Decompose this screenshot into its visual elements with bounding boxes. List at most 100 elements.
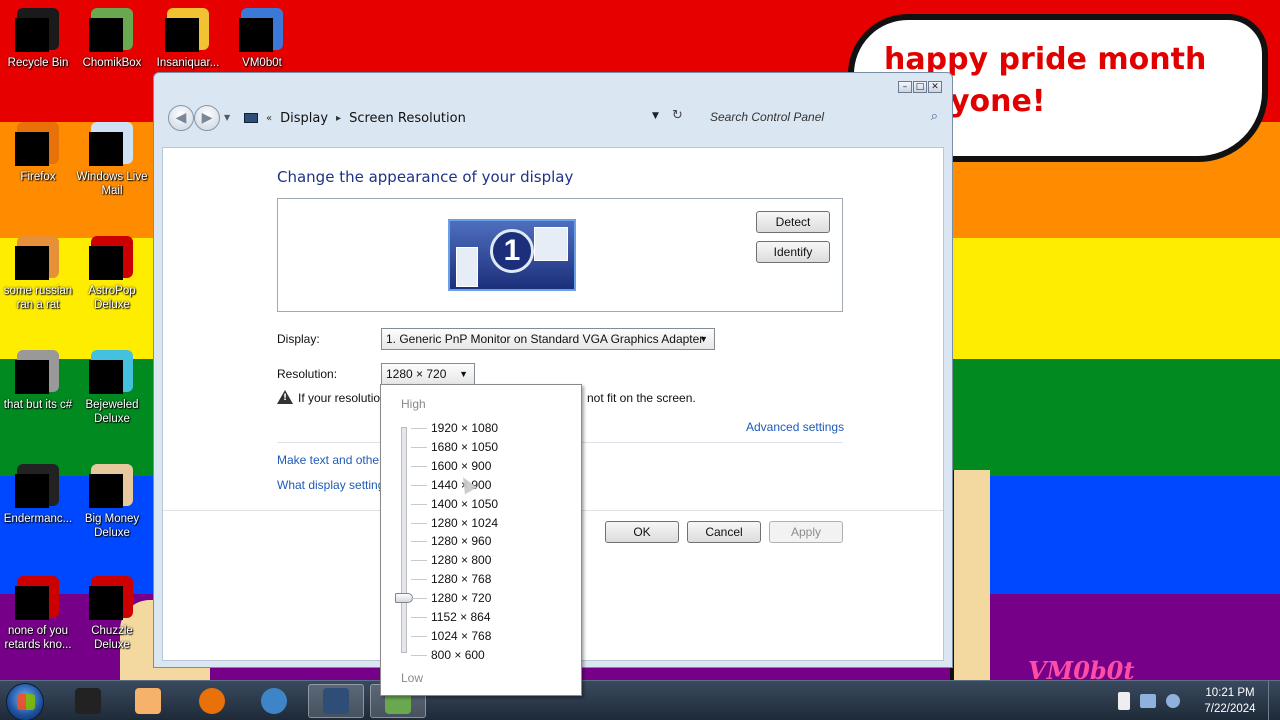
window-icon <box>15 348 61 394</box>
enderman-icon <box>15 462 61 508</box>
resolution-option[interactable]: 1024 × 768 <box>431 629 491 643</box>
resolution-option[interactable]: 1680 × 1050 <box>431 440 498 454</box>
resolution-option[interactable]: 1280 × 768 <box>431 572 491 586</box>
desktop-shortcut[interactable]: ChomikBox <box>74 6 150 70</box>
breadcrumb-screen-resolution[interactable]: Screen Resolution <box>349 111 466 126</box>
window-controls: – □ ✕ <box>898 81 942 93</box>
resolution-slider-track[interactable] <box>401 427 407 653</box>
display-icon <box>323 688 349 714</box>
astropop-icon <box>89 234 135 280</box>
slider-tick <box>411 541 427 543</box>
desktop-shortcut[interactable]: some russian ran a rat <box>0 234 76 312</box>
taskbar-app-button[interactable] <box>184 684 240 718</box>
desktop-shortcut[interactable]: AstroPop Deluxe <box>74 234 150 312</box>
desktop-shortcut-label: Windows Live Mail <box>76 171 148 197</box>
resolution-label: Resolution: <box>277 367 338 381</box>
resolution-option[interactable]: 1280 × 960 <box>431 534 491 548</box>
resolution-option[interactable]: 1600 × 900 <box>431 459 491 473</box>
resolution-option[interactable]: 1280 × 800 <box>431 553 491 567</box>
desktop-shortcut[interactable]: Bejeweled Deluxe <box>74 348 150 426</box>
firefox-icon <box>15 120 61 166</box>
minimize-button[interactable]: – <box>898 81 912 93</box>
monitor-number: 1 <box>490 229 534 273</box>
desktop-shortcut[interactable]: Firefox <box>0 120 76 184</box>
system-tray <box>1118 683 1180 719</box>
detect-button[interactable]: Detect <box>756 211 830 233</box>
clock-date: 7/22/2024 <box>1204 703 1256 715</box>
breadcrumb-separator-icon[interactable]: ▸ <box>336 113 341 124</box>
desktop-shortcut[interactable]: none of you retards kno... <box>0 574 76 652</box>
resolution-option[interactable]: 1280 × 720 <box>431 591 491 605</box>
desktop-shortcut[interactable]: Recycle Bin <box>0 6 76 70</box>
desktop-shortcut[interactable]: VM0b0t <box>224 6 300 70</box>
resolution-option[interactable]: 1280 × 1024 <box>431 516 498 530</box>
resolution-option[interactable]: 1920 × 1080 <box>431 421 498 435</box>
search-icon[interactable]: ⌕ <box>931 109 938 124</box>
clock[interactable]: 10:21 PM 7/22/2024 <box>1196 685 1264 717</box>
search-input[interactable]: Search Control Panel ⌕ <box>698 105 944 131</box>
desktop-shortcut-label: ChomikBox <box>82 57 142 69</box>
taskbar-app-button[interactable] <box>120 684 176 718</box>
taskbar-app-button[interactable] <box>60 684 116 718</box>
arrow-left-icon: ◀ <box>175 110 187 126</box>
cancel-button[interactable]: Cancel <box>687 521 761 543</box>
resolution-option[interactable]: 800 × 600 <box>431 648 485 662</box>
address-dropdown-icon[interactable]: ▼ <box>652 111 659 121</box>
wallpaper-drawing <box>950 470 990 680</box>
warning-text-end: not fit on the screen. <box>587 391 696 405</box>
control-panel-icon <box>244 113 258 123</box>
resolution-option[interactable]: 1152 × 864 <box>431 610 491 624</box>
desktop-shortcut[interactable]: Insaniquar... <box>150 6 226 70</box>
back-button[interactable]: ◀ <box>168 105 194 131</box>
slider-tick <box>411 635 427 637</box>
advanced-settings-link[interactable]: Advanced settings <box>746 420 844 434</box>
desktop-shortcut-label: Recycle Bin <box>7 57 69 69</box>
ok-button[interactable]: OK <box>605 521 679 543</box>
show-hidden-icons-icon[interactable] <box>1118 692 1130 710</box>
desktop-shortcut-label: none of you retards kno... <box>4 625 72 651</box>
windows-logo-icon <box>17 694 35 710</box>
apply-button[interactable]: Apply <box>769 521 843 543</box>
show-desktop-button[interactable] <box>1268 681 1280 720</box>
identify-button[interactable]: Identify <box>756 241 830 263</box>
forward-button[interactable]: ▶ <box>194 105 220 131</box>
slider-tick <box>411 654 427 656</box>
desktop-shortcut[interactable]: that but its c# <box>0 348 76 412</box>
desktop-shortcut-label: some russian ran a rat <box>3 285 73 311</box>
breadcrumb-chevron-icon[interactable]: « <box>266 113 272 124</box>
close-button[interactable]: ✕ <box>928 81 942 93</box>
recent-pages-dropdown[interactable]: ▼ <box>224 113 230 122</box>
resolution-select[interactable]: 1280 × 720 ▼ <box>381 363 475 385</box>
taskbar-app-button[interactable] <box>246 684 302 718</box>
desktop-shortcut[interactable]: Chuzzle Deluxe <box>74 574 150 652</box>
taskbar-app-button[interactable] <box>308 684 364 718</box>
desktop-shortcut-label: Chuzzle Deluxe <box>91 625 133 651</box>
volume-icon[interactable] <box>1166 694 1180 708</box>
slider-tick <box>411 484 427 486</box>
desktop-shortcut[interactable]: Windows Live Mail <box>74 120 150 198</box>
bubble-text: yone! <box>950 84 1046 119</box>
window-preview-icon <box>456 247 478 287</box>
display-settings-help-link[interactable]: What display setting <box>277 478 384 492</box>
slider-tick <box>411 446 427 448</box>
address-bar: ◀ ▶ ▼ « Display ▸ Screen Resolution ▼ ↻ … <box>164 103 944 133</box>
taskbar: 10:21 PM 7/22/2024 <box>0 680 1280 720</box>
make-text-larger-link[interactable]: Make text and other <box>277 453 383 467</box>
desktop-shortcut[interactable]: Big Money Deluxe <box>74 462 150 540</box>
start-button[interactable] <box>6 683 44 720</box>
maximize-button[interactable]: □ <box>913 81 927 93</box>
chomikbox-icon <box>89 6 135 52</box>
desktop-shortcut-label: Bejeweled Deluxe <box>85 399 139 425</box>
chevron-down-icon: ▼ <box>459 369 468 379</box>
display-select[interactable]: 1. Generic PnP Monitor on Standard VGA G… <box>381 328 715 350</box>
resolution-option[interactable]: 1400 × 1050 <box>431 497 498 511</box>
warning-icon: ! <box>277 390 293 404</box>
refresh-icon[interactable]: ↻ <box>672 108 683 123</box>
breadcrumb-display[interactable]: Display <box>280 111 328 126</box>
bejeweled-icon <box>89 348 135 394</box>
desktop-shortcut[interactable]: Endermanc... <box>0 462 76 526</box>
network-icon[interactable] <box>1140 694 1156 708</box>
monitor-1-preview[interactable]: 1 <box>448 219 576 291</box>
chuzzle-icon <box>89 574 135 620</box>
slider-tick <box>411 579 427 581</box>
